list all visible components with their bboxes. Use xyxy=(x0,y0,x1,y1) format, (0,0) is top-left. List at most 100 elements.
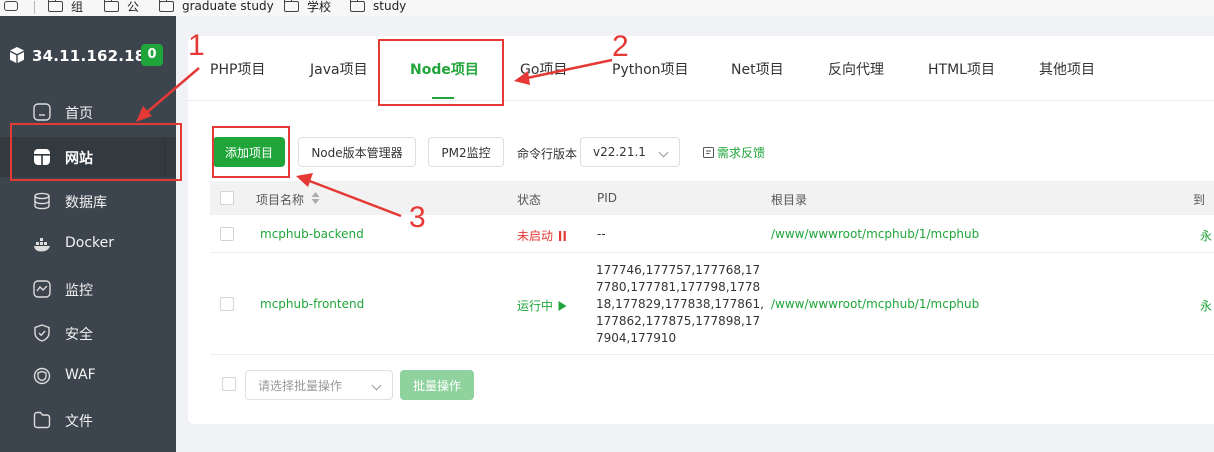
sidebar-item-monitor[interactable]: 监控 xyxy=(0,269,176,309)
main-panel: PHP项目 Java项目 Node项目 Go项目 Python项目 Net项目 … xyxy=(188,36,1214,424)
sidebar-item-label: WAF xyxy=(65,367,96,383)
batch-operation-button[interactable]: 批量操作 xyxy=(400,370,474,400)
tab-go[interactable]: Go项目 xyxy=(520,59,567,79)
tab-reverse-proxy[interactable]: 反向代理 xyxy=(828,59,884,79)
expiry-value[interactable]: 永 xyxy=(1200,227,1212,244)
add-project-button[interactable]: 添加项目 xyxy=(213,137,285,167)
sidebar-item-label: 网站 xyxy=(65,151,93,167)
bookmark-label: 公 xyxy=(127,0,140,14)
col-root-header: 根目录 xyxy=(771,193,808,207)
col-pid-header: PID xyxy=(597,191,618,205)
sidebar-item-label: 文件 xyxy=(65,414,93,430)
sidebar-item-label: Docker xyxy=(65,235,115,251)
file-icon xyxy=(33,411,51,429)
bookmark-label: 组 xyxy=(71,0,84,14)
node-version-manager-button[interactable]: Node版本管理器 xyxy=(298,137,416,167)
root-path-link[interactable]: /www/wwwroot/mcphub/1/mcphub xyxy=(771,227,979,241)
waf-icon xyxy=(33,367,51,385)
sidebar-item-website[interactable]: 网站 xyxy=(0,137,176,177)
col-status-header: 状态 xyxy=(517,193,542,207)
pid-value: 177746,177757,177768,177780,177781,17779… xyxy=(596,263,764,345)
feedback-label: 需求反馈 xyxy=(717,146,766,160)
folder-icon xyxy=(47,0,63,12)
folder-icon xyxy=(349,0,365,12)
tab-net[interactable]: Net项目 xyxy=(731,59,784,79)
server-ip: 34.11.162.187 xyxy=(32,47,157,65)
row-checkbox[interactable] xyxy=(220,297,234,311)
feedback-link[interactable]: 需求反馈 xyxy=(703,144,765,161)
project-name-link[interactable]: mcphub-frontend xyxy=(260,297,364,311)
shield-icon xyxy=(34,324,50,342)
sidebar-item-label: 数据库 xyxy=(65,195,107,211)
docker-icon xyxy=(34,238,50,252)
bookmark-separator xyxy=(34,1,35,14)
pid-value: -- xyxy=(597,227,606,241)
table-header: 项目名称 状态 PID 根目录 到 xyxy=(210,181,1214,215)
expiry-value[interactable]: 永 xyxy=(1200,297,1212,314)
pm2-monitor-button[interactable]: PM2监控 xyxy=(428,137,504,167)
server-header[interactable]: 34.11.162.187 0 xyxy=(0,39,176,73)
sidebar-item-waf[interactable]: WAF xyxy=(0,356,176,396)
project-tabs: PHP项目 Java项目 Node项目 Go项目 Python项目 Net项目 … xyxy=(188,36,1214,101)
col-name-header[interactable]: 项目名称 xyxy=(256,191,304,208)
sidebar-item-label: 首页 xyxy=(65,106,93,122)
status-label: 未启动 xyxy=(517,229,554,243)
tab-java[interactable]: Java项目 xyxy=(310,59,368,79)
chevron-down-icon xyxy=(371,380,382,391)
tab-node[interactable]: Node项目 xyxy=(410,59,479,79)
active-tab-indicator xyxy=(432,97,454,99)
cli-version-label: 命令行版本 xyxy=(517,147,578,161)
tab-search-icon[interactable] xyxy=(4,1,18,11)
batch-placeholder: 请选择批量操作 xyxy=(258,378,343,393)
status-label: 运行中 xyxy=(517,299,554,313)
batch-operation-select[interactable]: 请选择批量操作 xyxy=(245,370,393,400)
footer-select-all-checkbox[interactable] xyxy=(222,377,236,391)
table-row: mcphub-frontend 运行中 177746,177757,177768… xyxy=(210,253,1214,355)
bookmark-item[interactable]: 学校 xyxy=(283,0,332,14)
status-badge[interactable]: 0 xyxy=(141,44,163,66)
bookmarks-bar: 组 公 graduate study 学校 study xyxy=(0,0,1214,16)
status-stopped[interactable]: 未启动 xyxy=(517,227,567,244)
sort-icon[interactable] xyxy=(311,192,320,204)
sidebar-item-security[interactable]: 安全 xyxy=(0,313,176,353)
folder-icon xyxy=(103,0,119,12)
sidebar-item-label: 监控 xyxy=(65,283,93,299)
select-all-checkbox[interactable] xyxy=(220,191,234,205)
sidebar-item-files[interactable]: 文件 xyxy=(0,400,176,440)
sidebar-item-docker[interactable]: Docker xyxy=(0,224,176,264)
folder-icon xyxy=(158,0,174,12)
website-icon xyxy=(34,149,50,165)
row-checkbox[interactable] xyxy=(220,227,234,241)
bookmark-item[interactable]: 公 xyxy=(103,0,140,14)
tab-html[interactable]: HTML项目 xyxy=(928,59,995,79)
folder-icon xyxy=(283,0,299,12)
play-icon xyxy=(558,300,567,311)
cli-version-value: v22.21.1 xyxy=(593,145,646,159)
sidebar-item-home[interactable]: 首页 xyxy=(0,92,176,132)
bookmark-item[interactable]: 组 xyxy=(47,0,84,14)
sidebar-item-database[interactable]: 数据库 xyxy=(0,181,176,221)
root-path-link[interactable]: /www/wwwroot/mcphub/1/mcphub xyxy=(771,297,979,311)
bookmark-item[interactable]: study xyxy=(349,0,407,14)
col-extra-header: 到 xyxy=(1193,193,1206,207)
chevron-down-icon xyxy=(658,147,669,158)
database-icon xyxy=(34,192,50,210)
bookmark-label: graduate study xyxy=(182,0,274,13)
tab-python[interactable]: Python项目 xyxy=(612,59,689,79)
status-running[interactable]: 运行中 xyxy=(517,297,567,314)
bookmark-label: 学校 xyxy=(307,0,332,14)
sidebar: 34.11.162.187 0 首页 网站 数据库 Docker 监控 安全 W… xyxy=(0,16,176,452)
pause-icon xyxy=(559,230,566,241)
cli-version-select[interactable]: v22.21.1 xyxy=(580,137,680,167)
bookmark-label: study xyxy=(373,0,407,13)
server-icon xyxy=(10,47,24,63)
project-name-link[interactable]: mcphub-backend xyxy=(260,227,364,241)
home-icon xyxy=(33,103,51,121)
sidebar-item-label: 安全 xyxy=(65,327,93,343)
monitor-icon xyxy=(33,280,51,298)
tab-other[interactable]: 其他项目 xyxy=(1039,59,1095,79)
tab-php[interactable]: PHP项目 xyxy=(210,59,265,79)
feedback-icon xyxy=(703,147,714,158)
bookmark-item[interactable]: graduate study xyxy=(158,0,274,14)
table-row: mcphub-backend 未启动 -- /www/wwwroot/mcphu… xyxy=(210,215,1214,253)
